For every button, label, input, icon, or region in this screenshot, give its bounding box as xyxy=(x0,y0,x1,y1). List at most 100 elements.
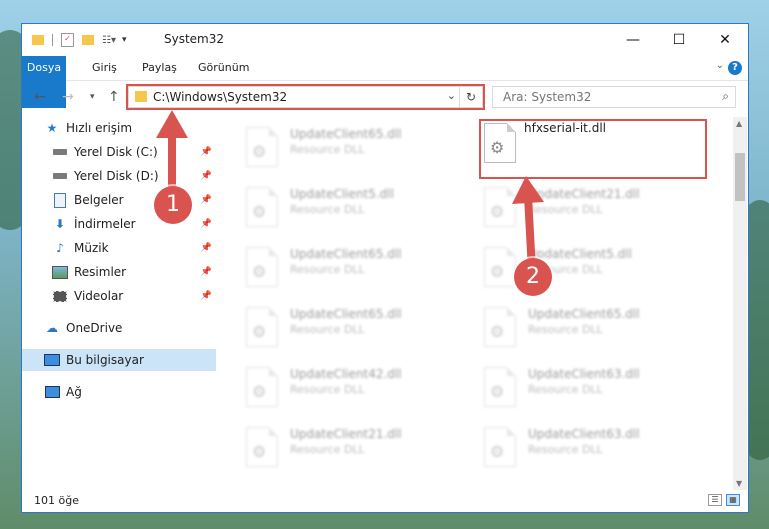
file-name: UpdateClient63.dll xyxy=(528,427,640,441)
file-type: Resource DLL xyxy=(528,443,603,456)
sidebar-item-label: İndirmeler xyxy=(74,217,136,231)
dll-file-icon: ⚙ xyxy=(246,187,278,227)
properties-icon[interactable]: ✓ xyxy=(61,33,74,47)
list-item[interactable]: ⚙ UpdateClient63.dll Resource DLL xyxy=(460,421,680,473)
list-item[interactable]: ⚙ UpdateClient65.dll Resource DLL xyxy=(460,301,680,353)
sidebar-item-this-pc[interactable]: Bu bilgisayar xyxy=(22,349,216,371)
gear-icon: ⚙ xyxy=(252,262,267,281)
gear-icon: ⚙ xyxy=(490,382,505,401)
expand-ribbon-icon[interactable]: ⌄ xyxy=(716,60,724,71)
list-item[interactable]: ⚙ UpdateClient65.dll Resource DLL xyxy=(222,241,442,293)
search-icon[interactable]: ⌕ xyxy=(722,89,729,104)
scroll-down-icon[interactable]: ▼ xyxy=(736,479,742,488)
sidebar-item-label: Videolar xyxy=(74,289,124,303)
status-bar: 101 öğe ☰ ▦ xyxy=(22,490,748,512)
gear-icon: ⚙ xyxy=(252,322,267,341)
ribbon: Dosya Giriş Paylaş Görünüm ⌄ ? xyxy=(22,56,748,108)
search-input[interactable] xyxy=(501,89,705,105)
details-view-icon[interactable]: ☰ xyxy=(708,494,722,506)
file-highlight-box xyxy=(479,119,707,179)
list-item[interactable]: ⚙ UpdateClient42.dll Resource DLL xyxy=(222,361,442,413)
list-item[interactable]: ⚙ UpdateClient63.dll Resource DLL xyxy=(460,361,680,413)
list-item[interactable]: ⚙ UpdateClient65.dll Resource DLL xyxy=(222,121,442,173)
sidebar-item-videos[interactable]: Videolar 📌 xyxy=(52,285,216,307)
dll-file-icon: ⚙ xyxy=(246,367,278,407)
file-type: Resource DLL xyxy=(290,383,365,396)
file-type: Resource DLL xyxy=(290,323,365,336)
sidebar-item-label: Müzik xyxy=(74,241,109,255)
dll-file-icon: ⚙ xyxy=(246,307,278,347)
help-icon[interactable]: ? xyxy=(728,61,742,75)
step-badge-2: 2 xyxy=(514,258,552,296)
recent-locations-icon[interactable]: ▾ xyxy=(90,92,95,102)
customize-icon[interactable]: ☷▾ xyxy=(102,35,116,46)
address-highlight-box xyxy=(126,84,485,110)
dll-file-icon: ⚙ xyxy=(246,427,278,467)
sidebar-item-label: Yerel Disk (D:) xyxy=(74,169,159,183)
tab-share[interactable]: Paylaş xyxy=(134,56,185,80)
documents-icon xyxy=(52,192,68,208)
gear-icon: ⚙ xyxy=(252,442,267,461)
file-type: Resource DLL xyxy=(290,203,365,216)
file-type: Resource DLL xyxy=(528,383,603,396)
file-name: UpdateClient65.dll xyxy=(290,247,402,261)
explorer-window: ✓ ☷▾ ▾ System32 — ☐ ✕ Dosya Giriş Paylaş… xyxy=(21,23,749,513)
scrollbar-thumb[interactable] xyxy=(735,153,745,201)
tab-home[interactable]: Giriş xyxy=(84,56,125,80)
pictures-icon xyxy=(52,264,68,280)
sidebar-item-music[interactable]: ♪ Müzik 📌 xyxy=(52,237,216,259)
back-arrow-icon[interactable]: ← xyxy=(34,89,46,105)
vertical-scrollbar[interactable]: ▲ ▼ xyxy=(733,117,747,490)
qa-dropdown-icon[interactable]: ▾ xyxy=(122,35,127,45)
dll-file-icon: ⚙ xyxy=(484,367,516,407)
list-item[interactable]: ⚙ UpdateClient5.dll Resource DLL xyxy=(222,181,442,233)
drive-icon xyxy=(52,144,68,160)
download-icon: ⬇ xyxy=(54,217,66,231)
sidebar-item-label: Resimler xyxy=(74,265,127,279)
close-button[interactable]: ✕ xyxy=(702,24,748,56)
minimize-button[interactable]: — xyxy=(610,24,656,56)
drive-icon xyxy=(52,168,68,184)
pin-icon[interactable]: 📌 xyxy=(201,267,212,277)
sidebar-item-label: Belgeler xyxy=(74,193,124,207)
music-icon: ♪ xyxy=(56,241,64,255)
up-arrow-icon[interactable]: ↑ xyxy=(108,89,120,105)
file-name: UpdateClient63.dll xyxy=(528,367,640,381)
gear-icon: ⚙ xyxy=(490,442,505,461)
window-title: System32 xyxy=(164,32,225,46)
file-name: UpdateClient65.dll xyxy=(290,127,402,141)
new-folder-icon[interactable] xyxy=(82,35,94,45)
sidebar-item-onedrive[interactable]: ☁ OneDrive xyxy=(44,317,216,339)
list-item[interactable]: ⚙ UpdateClient65.dll Resource DLL xyxy=(222,301,442,353)
gear-icon: ⚙ xyxy=(252,142,267,161)
file-name: UpdateClient65.dll xyxy=(528,307,640,321)
cloud-icon: ☁ xyxy=(46,321,58,335)
sidebar-item-pictures[interactable]: Resimler 📌 xyxy=(52,261,216,283)
list-item[interactable]: ⚙ UpdateClient5.dll Resource DLL xyxy=(460,241,680,293)
sidebar-item-label: Hızlı erişim xyxy=(66,121,133,135)
pin-icon[interactable]: 📌 xyxy=(201,243,212,253)
dll-file-icon: ⚙ xyxy=(484,307,516,347)
file-name: UpdateClient5.dll xyxy=(290,187,394,201)
maximize-button[interactable]: ☐ xyxy=(656,24,702,56)
dll-file-icon: ⚙ xyxy=(484,427,516,467)
folder-icon xyxy=(32,35,44,45)
list-item[interactable]: ⚙ UpdateClient21.dll Resource DLL xyxy=(222,421,442,473)
tab-view[interactable]: Görünüm xyxy=(190,56,257,80)
gear-icon: ⚙ xyxy=(252,382,267,401)
step-badge-1: 1 xyxy=(154,186,192,224)
gear-icon: ⚙ xyxy=(252,202,267,221)
large-icons-view-icon[interactable]: ▦ xyxy=(726,494,740,506)
dll-file-icon: ⚙ xyxy=(246,127,278,167)
search-box[interactable]: ⌕ xyxy=(492,86,736,108)
sidebar-item-label: OneDrive xyxy=(66,321,123,335)
forward-arrow-icon[interactable]: → xyxy=(62,89,74,105)
navigation-bar: ← → ▾ ↑ C:\Windows\System32 ⌄ ↻ ⌕ xyxy=(22,81,748,113)
file-type: Resource DLL xyxy=(290,443,365,456)
file-type: Resource DLL xyxy=(528,323,603,336)
list-item[interactable]: ⚙ UpdateClient21.dll Resource DLL xyxy=(460,181,680,233)
sidebar-item-network[interactable]: Ağ xyxy=(44,381,216,403)
pin-icon[interactable]: 📌 xyxy=(201,291,212,301)
scroll-up-icon[interactable]: ▲ xyxy=(736,119,742,128)
pin-icon[interactable]: 📌 xyxy=(201,219,212,229)
